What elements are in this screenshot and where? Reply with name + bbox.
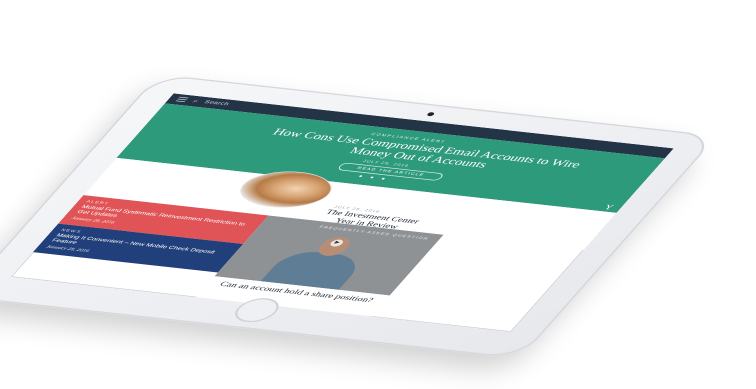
menu-icon[interactable] [175, 96, 189, 103]
ipad-device: ⌕ Search COMPLIANCE ALERT How Cons Use C… [0, 74, 718, 359]
menu-icon-line [175, 100, 186, 103]
search-label[interactable]: Search [203, 100, 231, 107]
camera-icon [426, 112, 436, 117]
search-icon[interactable]: ⌕ [191, 98, 200, 105]
stage: ⌕ Search COMPLIANCE ALERT How Cons Use C… [0, 0, 756, 389]
screen: ⌕ Search COMPLIANCE ALERT How Cons Use C… [10, 93, 674, 332]
